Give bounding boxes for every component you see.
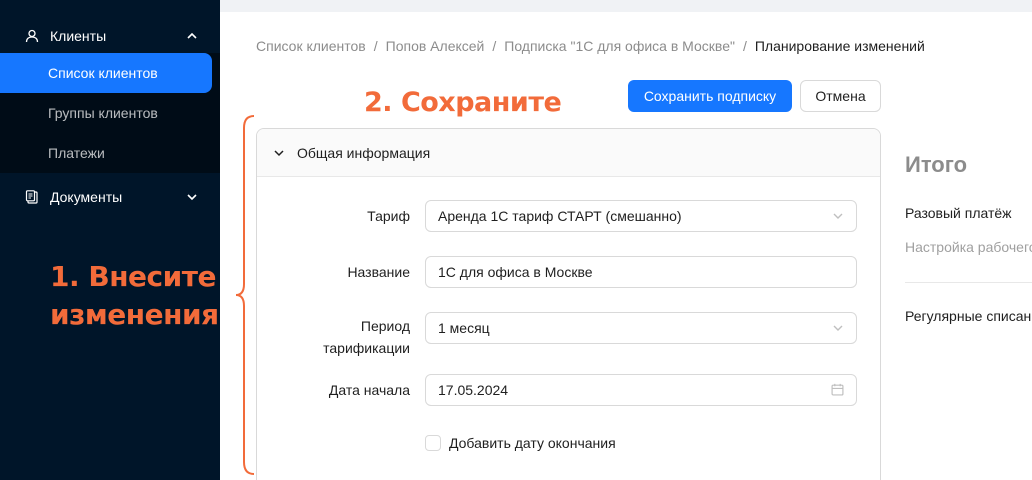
sidebar-item-payments[interactable]: Платежи — [0, 133, 212, 173]
chevron-down-icon — [833, 213, 843, 219]
summary-title: Итого — [905, 152, 968, 177]
tariff-value: Аренда 1С тариф СТАРТ (смешанно) — [438, 208, 682, 224]
end-date-label: Добавить дату окончания — [449, 435, 616, 451]
summary-recurring: Регулярные списани — [905, 308, 1032, 324]
name-input[interactable]: 1С для офиса в Москве — [425, 256, 857, 288]
brace-icon — [235, 115, 255, 475]
summary-divider — [905, 282, 1032, 283]
chevron-up-icon — [187, 32, 197, 39]
breadcrumb: Список клиентов / Попов Алексей / Подписка "… — [256, 38, 925, 54]
breadcrumb-subscription[interactable]: Подписка "1С для офиса в Москве" — [504, 38, 735, 54]
tariff-label: Тариф — [367, 208, 410, 224]
name-value: 1С для офиса в Москве — [438, 264, 593, 280]
sidebar-item-label: Платежи — [48, 145, 105, 161]
document-icon — [24, 189, 40, 205]
card-title: Общая информация — [297, 144, 431, 161]
start-date-label: Дата начала — [328, 382, 410, 398]
breadcrumb-separator: / — [742, 38, 747, 54]
annotation-step-1-line2: изменения — [50, 298, 219, 331]
sidebar-section-clients-label: Клиенты — [50, 28, 107, 44]
sidebar: Клиенты Список клиентов Группы клиентов … — [0, 0, 220, 480]
chevron-down-icon — [833, 325, 843, 331]
save-subscription-button[interactable]: Сохранить подписку — [628, 80, 792, 112]
breadcrumb-current: Планирование изменений — [754, 38, 925, 54]
summary-one-time-item: Настройка рабочего — [905, 239, 1032, 255]
user-icon — [24, 28, 40, 44]
sidebar-item-label: Группы клиентов — [48, 105, 158, 121]
sidebar-item-client-list[interactable]: Список клиентов — [0, 53, 212, 93]
cancel-button[interactable]: Отмена — [800, 80, 881, 112]
annotation-step-1: 1. Внесите изменения — [50, 258, 230, 334]
breadcrumb-client[interactable]: Попов Алексей — [386, 38, 485, 54]
tariff-select[interactable]: Аренда 1С тариф СТАРТ (смешанно) — [425, 200, 857, 232]
name-label: Название — [347, 264, 410, 280]
start-date-picker[interactable]: 17.05.2024 — [425, 374, 857, 406]
main-content: Список клиентов / Попов Алексей / Подписка "… — [220, 12, 1032, 480]
breadcrumb-clients[interactable]: Список клиентов — [256, 38, 366, 54]
annotation-step-1-line1: 1. Внесите — [50, 260, 216, 293]
chevron-down-icon — [187, 194, 197, 201]
period-label: Период тарификации — [323, 318, 410, 356]
end-date-row[interactable]: Добавить дату окончания — [425, 435, 616, 451]
end-date-checkbox[interactable] — [425, 435, 441, 451]
chevron-down-icon — [274, 149, 284, 156]
sidebar-section-clients[interactable]: Клиенты — [0, 16, 220, 56]
annotation-step-2: 2. Сохраните — [364, 87, 562, 118]
general-info-card: Общая информация Тариф Аренда 1С тариф С… — [256, 128, 881, 480]
general-info-header[interactable]: Общая информация — [257, 129, 880, 177]
sidebar-item-client-groups[interactable]: Группы клиентов — [0, 93, 212, 133]
summary-one-time: Разовый платёж — [905, 205, 1012, 221]
sidebar-section-documents-label: Документы — [50, 189, 123, 205]
breadcrumb-separator: / — [373, 38, 378, 54]
breadcrumb-separator: / — [492, 38, 497, 54]
period-value: 1 месяц — [438, 320, 490, 336]
sidebar-section-documents[interactable]: Документы — [0, 177, 220, 217]
period-select[interactable]: 1 месяц — [425, 312, 857, 344]
start-date-value: 17.05.2024 — [438, 382, 509, 398]
sidebar-item-label: Список клиентов — [48, 65, 158, 81]
calendar-icon[interactable] — [831, 383, 844, 396]
